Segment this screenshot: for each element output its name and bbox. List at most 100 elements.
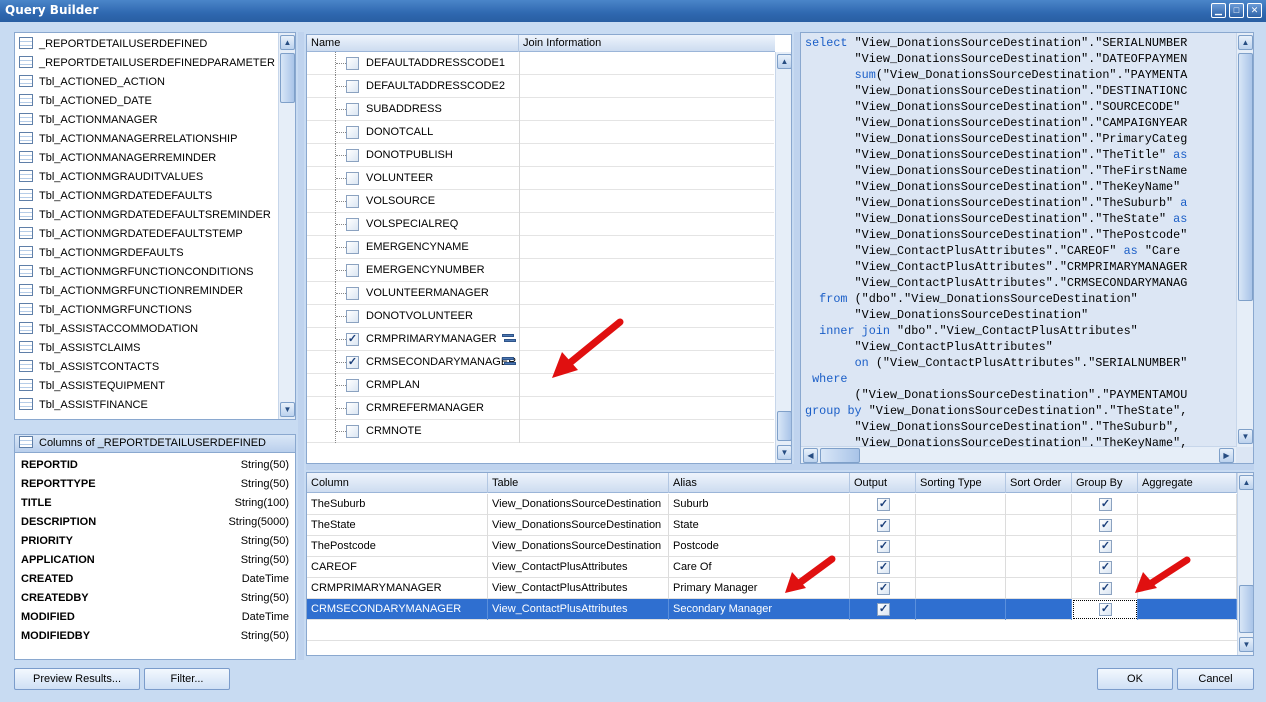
grid-header-cell[interactable]: Sorting Type bbox=[916, 473, 1006, 493]
table-list-scrollbar[interactable]: ▲ ▼ bbox=[278, 33, 295, 419]
query-columns-grid[interactable]: Column Table Alias Output Sorting Type Sort O… bbox=[306, 472, 1254, 656]
selected-grid-row[interactable]: CRMSECONDARYMANAGER View_ContactPlusAttri… bbox=[307, 599, 1237, 620]
column-header-join[interactable]: Join Information bbox=[519, 35, 775, 52]
field-row[interactable]: DONOTCALL bbox=[307, 121, 774, 144]
cancel-button[interactable]: Cancel bbox=[1177, 668, 1254, 690]
grid-scrollbar[interactable]: ▲ ▼ bbox=[1237, 473, 1253, 655]
field-checkbox[interactable] bbox=[346, 287, 359, 300]
grid-row[interactable]: TheSuburb View_DonationsSourceDestination… bbox=[307, 494, 1237, 515]
field-row[interactable]: DONOTVOLUNTEER bbox=[307, 305, 774, 328]
scroll-thumb[interactable] bbox=[280, 53, 295, 103]
output-checkbox[interactable]: ✓ bbox=[877, 498, 890, 511]
field-checkbox[interactable] bbox=[346, 425, 359, 438]
field-row[interactable]: VOLSOURCE bbox=[307, 190, 774, 213]
field-row[interactable]: DEFAULTADDRESSCODE2 bbox=[307, 75, 774, 98]
table-list-item[interactable]: Tbl_ACTIONMGRFUNCTIONS bbox=[19, 301, 192, 320]
horizontal-splitter[interactable] bbox=[306, 464, 1254, 470]
group-by-checkbox[interactable]: ✓ bbox=[1099, 561, 1112, 574]
field-row[interactable]: DONOTPUBLISH bbox=[307, 144, 774, 167]
close-icon[interactable]: ✕ bbox=[1247, 3, 1262, 18]
scroll-up-icon[interactable]: ▲ bbox=[1239, 475, 1253, 490]
group-by-checkbox[interactable]: ✓ bbox=[1099, 582, 1112, 595]
field-checkbox[interactable] bbox=[346, 218, 359, 231]
field-checkbox[interactable] bbox=[346, 402, 359, 415]
scroll-down-icon[interactable]: ▼ bbox=[777, 445, 791, 460]
field-row[interactable]: ✓ CRMSECONDARYMANAGER bbox=[307, 351, 774, 374]
table-list-item[interactable]: Tbl_ACTIONED_ACTION bbox=[19, 73, 165, 92]
field-row[interactable]: CRMPLAN bbox=[307, 374, 774, 397]
scroll-down-icon[interactable]: ▼ bbox=[280, 402, 295, 417]
scroll-down-icon[interactable]: ▼ bbox=[1238, 429, 1253, 444]
grid-header-cell[interactable]: Group By bbox=[1072, 473, 1138, 493]
checked-checkbox[interactable]: ✓ bbox=[346, 356, 359, 369]
field-checkbox[interactable] bbox=[346, 80, 359, 93]
sql-editor[interactable]: ▲ ▼ ◀ ▶ select "View_DonationsSourceDest… bbox=[800, 32, 1254, 464]
minimize-icon[interactable]: ▁ bbox=[1211, 3, 1226, 18]
vertical-splitter[interactable] bbox=[298, 32, 304, 660]
table-list-item[interactable]: Tbl_ACTIONMGRDATEDEFAULTS bbox=[19, 187, 212, 206]
field-row[interactable]: ✓ CRMPRIMARYMANAGER bbox=[307, 328, 774, 351]
table-list-item[interactable]: Tbl_ACTIONMANAGER bbox=[19, 111, 158, 130]
table-list-item[interactable]: Tbl_ASSISTFINANCE bbox=[19, 396, 148, 415]
scroll-up-icon[interactable]: ▲ bbox=[777, 54, 791, 69]
relation-icon[interactable] bbox=[502, 334, 516, 344]
field-checkbox[interactable] bbox=[346, 126, 359, 139]
field-checkbox[interactable] bbox=[346, 57, 359, 70]
relation-icon[interactable] bbox=[502, 357, 516, 367]
output-checkbox[interactable]: ✓ bbox=[877, 519, 890, 532]
table-list-item[interactable]: Tbl_ACTIONMANAGERREMINDER bbox=[19, 149, 216, 168]
field-checkbox[interactable] bbox=[346, 195, 359, 208]
field-checkbox[interactable] bbox=[346, 172, 359, 185]
preview-results-button[interactable]: Preview Results... bbox=[14, 668, 140, 690]
scroll-thumb[interactable] bbox=[1238, 53, 1253, 301]
field-checkbox[interactable] bbox=[346, 264, 359, 277]
grid-header-cell[interactable]: Table bbox=[488, 473, 669, 493]
group-by-checkbox[interactable]: ✓ bbox=[1099, 498, 1112, 511]
table-list-item[interactable]: _REPORTDETAILUSERDEFINEDPARAMETER bbox=[19, 54, 275, 73]
field-checkbox[interactable] bbox=[346, 241, 359, 254]
field-checkbox[interactable] bbox=[346, 103, 359, 116]
field-row[interactable]: SUBADDRESS bbox=[307, 98, 774, 121]
field-row[interactable]: CRMREFERMANAGER bbox=[307, 397, 774, 420]
grid-header-cell[interactable]: Sort Order bbox=[1006, 473, 1072, 493]
scroll-up-icon[interactable]: ▲ bbox=[280, 35, 295, 50]
table-list-item[interactable]: _REPORTDETAILUSERDEFINED bbox=[19, 35, 207, 54]
scroll-down-icon[interactable]: ▼ bbox=[1239, 637, 1253, 652]
table-list-item[interactable]: Tbl_ACTIONMGRDATEDEFAULTSREMINDER bbox=[19, 206, 271, 225]
table-list-item[interactable]: Tbl_ACTIONMGRFUNCTIONREMINDER bbox=[19, 282, 243, 301]
checked-checkbox[interactable]: ✓ bbox=[346, 333, 359, 346]
field-row[interactable]: VOLUNTEER bbox=[307, 167, 774, 190]
group-by-checkbox[interactable]: ✓ bbox=[1099, 603, 1112, 616]
maximize-icon[interactable]: □ bbox=[1229, 3, 1244, 18]
table-list-item[interactable]: Tbl_ACTIONMANAGERRELATIONSHIP bbox=[19, 130, 237, 149]
field-row[interactable]: EMERGENCYNAME bbox=[307, 236, 774, 259]
output-checkbox[interactable]: ✓ bbox=[877, 603, 890, 616]
output-checkbox[interactable]: ✓ bbox=[877, 540, 890, 553]
field-row[interactable]: DEFAULTADDRESSCODE1 bbox=[307, 52, 774, 75]
grid-row[interactable]: TheState View_DonationsSourceDestination S… bbox=[307, 515, 1237, 536]
table-list[interactable]: ▲ ▼ _REPORTDETAILUSERDEFINED _REPORTDETAI… bbox=[14, 32, 296, 420]
grid-header-cell[interactable]: Alias bbox=[669, 473, 850, 493]
table-list-item[interactable]: Tbl_ACTIONMGRDATEDEFAULTSTEMP bbox=[19, 225, 243, 244]
table-list-item[interactable]: Tbl_ACTIONMGRAUDITVALUES bbox=[19, 168, 203, 187]
field-checkbox[interactable] bbox=[346, 379, 359, 392]
table-list-item[interactable]: Tbl_ASSISTACCOMMODATION bbox=[19, 320, 198, 339]
scroll-right-icon[interactable]: ▶ bbox=[1219, 448, 1234, 463]
sql-vertical-scrollbar[interactable]: ▲ ▼ bbox=[1236, 33, 1253, 447]
filter-button[interactable]: Filter... bbox=[144, 668, 230, 690]
field-row[interactable]: EMERGENCYNUMBER bbox=[307, 259, 774, 282]
table-list-item[interactable]: Tbl_ACTIONMGRDEFAULTS bbox=[19, 244, 184, 263]
field-checkbox[interactable] bbox=[346, 149, 359, 162]
field-row[interactable]: VOLUNTEERMANAGER bbox=[307, 282, 774, 305]
scroll-thumb[interactable] bbox=[1239, 585, 1253, 633]
field-row[interactable]: CRMNOTE bbox=[307, 420, 774, 443]
output-checkbox[interactable]: ✓ bbox=[877, 561, 890, 574]
grid-row[interactable]: CAREOF View_ContactPlusAttributes Care Of ✓… bbox=[307, 557, 1237, 578]
scroll-thumb[interactable] bbox=[777, 411, 791, 441]
field-tree[interactable]: Name Join Information ▲ ▼ DEFAULTADDRESS… bbox=[306, 34, 792, 464]
grid-row[interactable]: CRMPRIMARYMANAGER View_ContactPlusAttribu… bbox=[307, 578, 1237, 599]
field-row[interactable]: VOLSPECIALREQ bbox=[307, 213, 774, 236]
group-by-checkbox[interactable]: ✓ bbox=[1099, 540, 1112, 553]
output-checkbox[interactable]: ✓ bbox=[877, 582, 890, 595]
column-header-name[interactable]: Name bbox=[307, 35, 519, 52]
